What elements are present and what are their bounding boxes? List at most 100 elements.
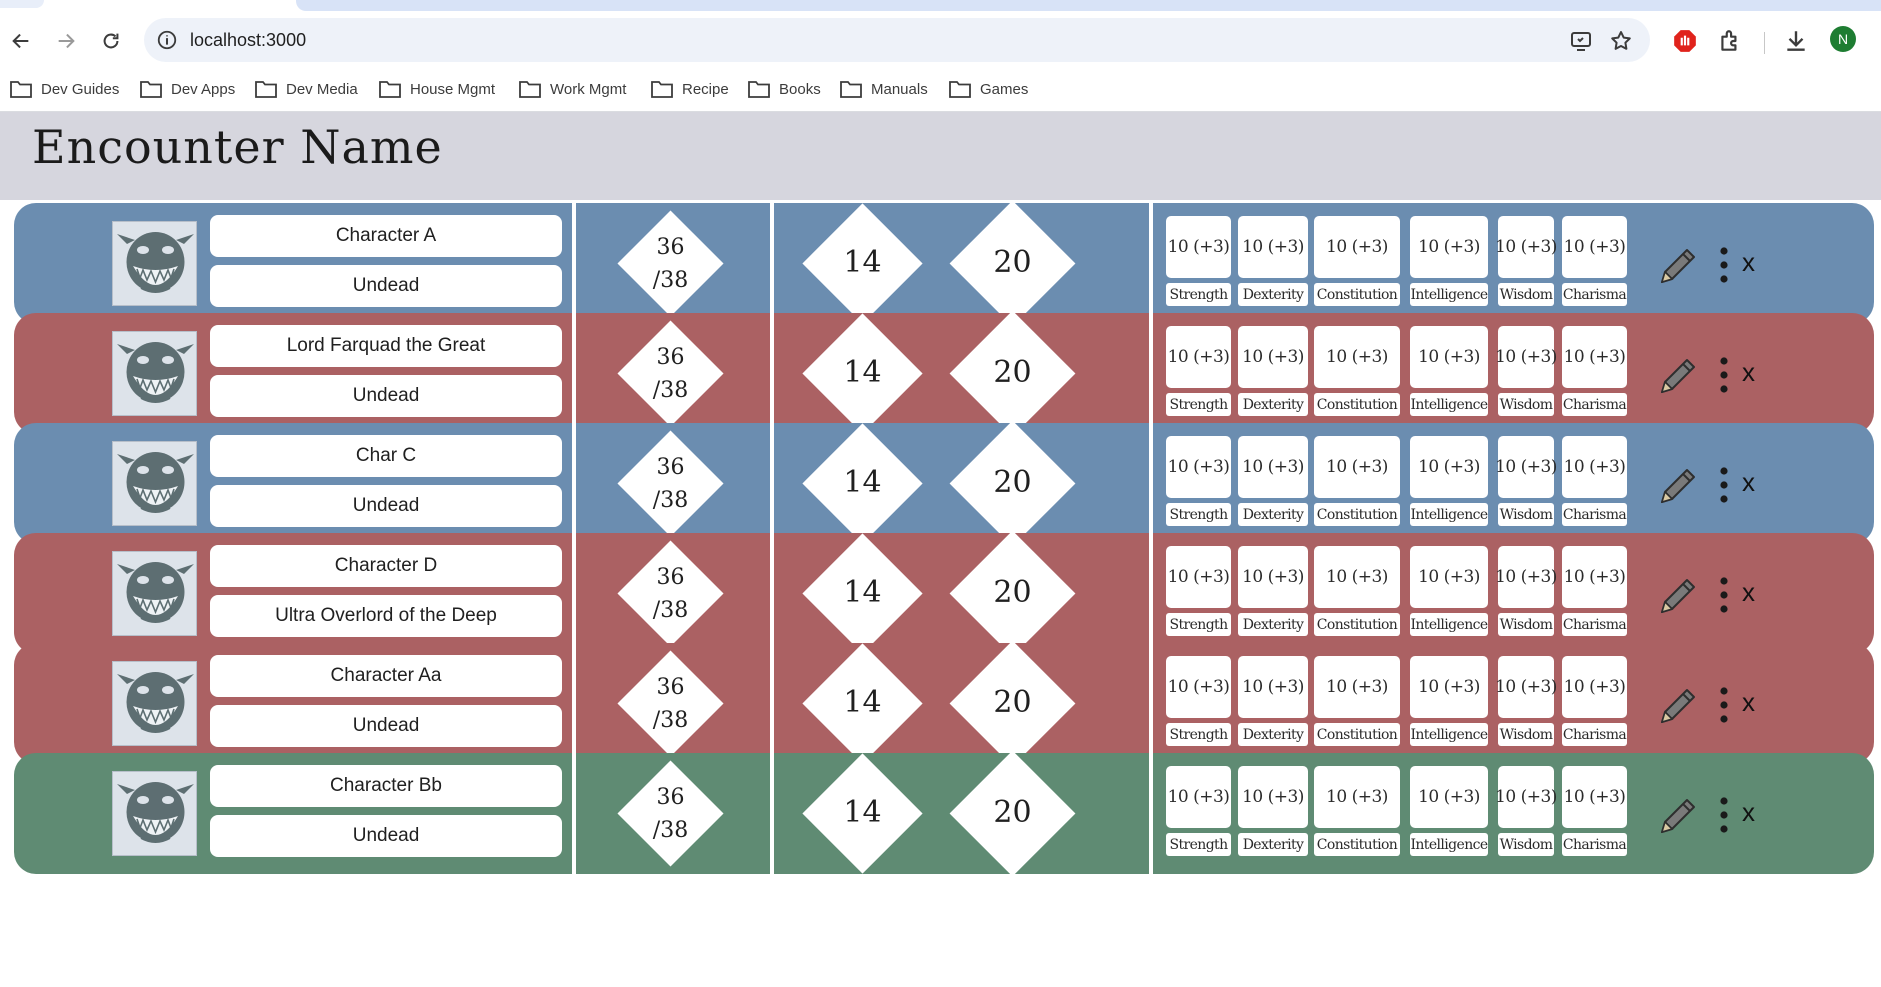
- character-type[interactable]: Undead: [210, 705, 562, 747]
- forward-button[interactable]: [51, 26, 81, 56]
- pencil-icon[interactable]: [1654, 682, 1700, 728]
- delete-button[interactable]: x: [1742, 577, 1755, 608]
- url-text[interactable]: localhost:3000: [190, 29, 306, 51]
- delete-button[interactable]: x: [1742, 247, 1755, 278]
- ability-score-value[interactable]: 10 (+3): [1562, 216, 1627, 278]
- ability-score-value[interactable]: 10 (+3): [1495, 546, 1557, 608]
- ability-score-value[interactable]: 10 (+3): [1410, 436, 1488, 498]
- pencil-icon[interactable]: [1654, 462, 1700, 508]
- monster-portrait-icon: [113, 332, 196, 415]
- delete-button[interactable]: x: [1742, 357, 1755, 388]
- ability-score-value[interactable]: 10 (+3): [1562, 436, 1627, 498]
- ability-score-value[interactable]: 10 (+3): [1562, 766, 1627, 828]
- portrait[interactable]: [112, 661, 197, 746]
- ability-score-label: Wisdom: [1498, 613, 1554, 636]
- back-button[interactable]: [6, 26, 36, 56]
- ability-score-value[interactable]: 10 (+3): [1238, 326, 1308, 388]
- ability-score-value[interactable]: 10 (+3): [1166, 766, 1231, 828]
- portrait[interactable]: [112, 771, 197, 856]
- ability-score-value[interactable]: 10 (+3): [1495, 656, 1557, 718]
- ability-score-value[interactable]: 10 (+3): [1238, 436, 1308, 498]
- ability-score-value[interactable]: 10 (+3): [1238, 656, 1308, 718]
- more-options-icon[interactable]: [1717, 685, 1731, 725]
- site-info-icon[interactable]: [156, 29, 178, 51]
- ability-score-value[interactable]: 10 (+3): [1314, 326, 1400, 388]
- more-options-icon[interactable]: [1717, 465, 1731, 505]
- ability-score-value[interactable]: 10 (+3): [1495, 216, 1557, 278]
- pencil-icon[interactable]: [1654, 242, 1700, 288]
- character-name[interactable]: Character Aa: [210, 655, 562, 697]
- more-options-icon[interactable]: [1717, 245, 1731, 285]
- pencil-icon[interactable]: [1654, 792, 1700, 838]
- ability-score-value[interactable]: 10 (+3): [1314, 766, 1400, 828]
- character-name[interactable]: Character A: [210, 215, 562, 257]
- ability-score-value[interactable]: 10 (+3): [1238, 216, 1308, 278]
- ability-score-value[interactable]: 10 (+3): [1238, 766, 1308, 828]
- ability-score-value[interactable]: 10 (+3): [1238, 546, 1308, 608]
- bookmark-dev-guides[interactable]: Dev Guides: [10, 78, 119, 100]
- ability-score-value[interactable]: 10 (+3): [1410, 216, 1488, 278]
- adblock-extension-icon[interactable]: [1672, 28, 1698, 54]
- character-type[interactable]: Undead: [210, 815, 562, 857]
- bookmark-books[interactable]: Books: [748, 78, 821, 100]
- character-name[interactable]: Lord Farquad the Great: [210, 325, 562, 367]
- more-options-icon[interactable]: [1717, 795, 1731, 835]
- delete-button[interactable]: x: [1742, 797, 1755, 828]
- portrait[interactable]: [112, 441, 197, 526]
- ability-score-value[interactable]: 10 (+3): [1495, 326, 1557, 388]
- portrait[interactable]: [112, 551, 197, 636]
- ability-score-value[interactable]: 10 (+3): [1166, 546, 1231, 608]
- bookmark-work-mgmt[interactable]: Work Mgmt: [519, 78, 626, 100]
- address-bar[interactable]: localhost:3000: [144, 18, 1650, 62]
- ability-score-value[interactable]: 10 (+3): [1562, 546, 1627, 608]
- ability-score-value[interactable]: 10 (+3): [1166, 656, 1231, 718]
- more-options-icon[interactable]: [1717, 575, 1731, 615]
- portrait[interactable]: [112, 331, 197, 416]
- hp-readout: 36 /38: [630, 451, 711, 517]
- character-type[interactable]: Undead: [210, 485, 562, 527]
- delete-button[interactable]: x: [1742, 687, 1755, 718]
- portrait[interactable]: [112, 221, 197, 306]
- pencil-icon[interactable]: [1654, 352, 1700, 398]
- bookmark-dev-media[interactable]: Dev Media: [255, 78, 358, 100]
- ability-score-value[interactable]: 10 (+3): [1314, 216, 1400, 278]
- profile-avatar[interactable]: N: [1830, 26, 1856, 52]
- character-type[interactable]: Undead: [210, 375, 562, 417]
- ability-score-value[interactable]: 10 (+3): [1410, 546, 1488, 608]
- bookmark-recipe[interactable]: Recipe: [651, 78, 729, 100]
- character-name-text: Character D: [334, 555, 438, 576]
- extensions-icon[interactable]: [1717, 28, 1743, 54]
- ability-score-value[interactable]: 10 (+3): [1314, 436, 1400, 498]
- ability-score-value[interactable]: 10 (+3): [1410, 766, 1488, 828]
- ability-score-value[interactable]: 10 (+3): [1314, 656, 1400, 718]
- ability-score-value[interactable]: 10 (+3): [1410, 656, 1488, 718]
- character-type[interactable]: Undead: [210, 265, 562, 307]
- ability-score-value[interactable]: 10 (+3): [1166, 326, 1231, 388]
- download-icon[interactable]: [1783, 28, 1809, 54]
- pencil-icon[interactable]: [1654, 572, 1700, 618]
- ability-score-value[interactable]: 10 (+3): [1562, 656, 1627, 718]
- encounter-title[interactable]: Encounter Name: [32, 120, 443, 174]
- active-tab[interactable]: [0, 0, 44, 8]
- folder-icon: [949, 81, 971, 98]
- ability-score-value[interactable]: 10 (+3): [1495, 436, 1557, 498]
- ability-score-value[interactable]: 10 (+3): [1166, 216, 1231, 278]
- ability-score-value[interactable]: 10 (+3): [1410, 326, 1488, 388]
- bookmark-manuals[interactable]: Manuals: [840, 78, 928, 100]
- ability-score-value[interactable]: 10 (+3): [1562, 326, 1627, 388]
- delete-button[interactable]: x: [1742, 467, 1755, 498]
- reload-button[interactable]: [96, 26, 126, 56]
- install-app-icon[interactable]: [1569, 29, 1593, 53]
- character-name[interactable]: Character Bb: [210, 765, 562, 807]
- star-icon[interactable]: [1609, 29, 1633, 53]
- ability-score-value[interactable]: 10 (+3): [1314, 546, 1400, 608]
- character-type[interactable]: Ultra Overlord of the Deep: [210, 595, 562, 637]
- ability-score-value[interactable]: 10 (+3): [1495, 766, 1557, 828]
- bookmark-house-mgmt[interactable]: House Mgmt: [379, 78, 495, 100]
- ability-score-value[interactable]: 10 (+3): [1166, 436, 1231, 498]
- character-name[interactable]: Character D: [210, 545, 562, 587]
- more-options-icon[interactable]: [1717, 355, 1731, 395]
- bookmark-games[interactable]: Games: [949, 78, 1028, 100]
- character-name[interactable]: Char C: [210, 435, 562, 477]
- bookmark-dev-apps[interactable]: Dev Apps: [140, 78, 235, 100]
